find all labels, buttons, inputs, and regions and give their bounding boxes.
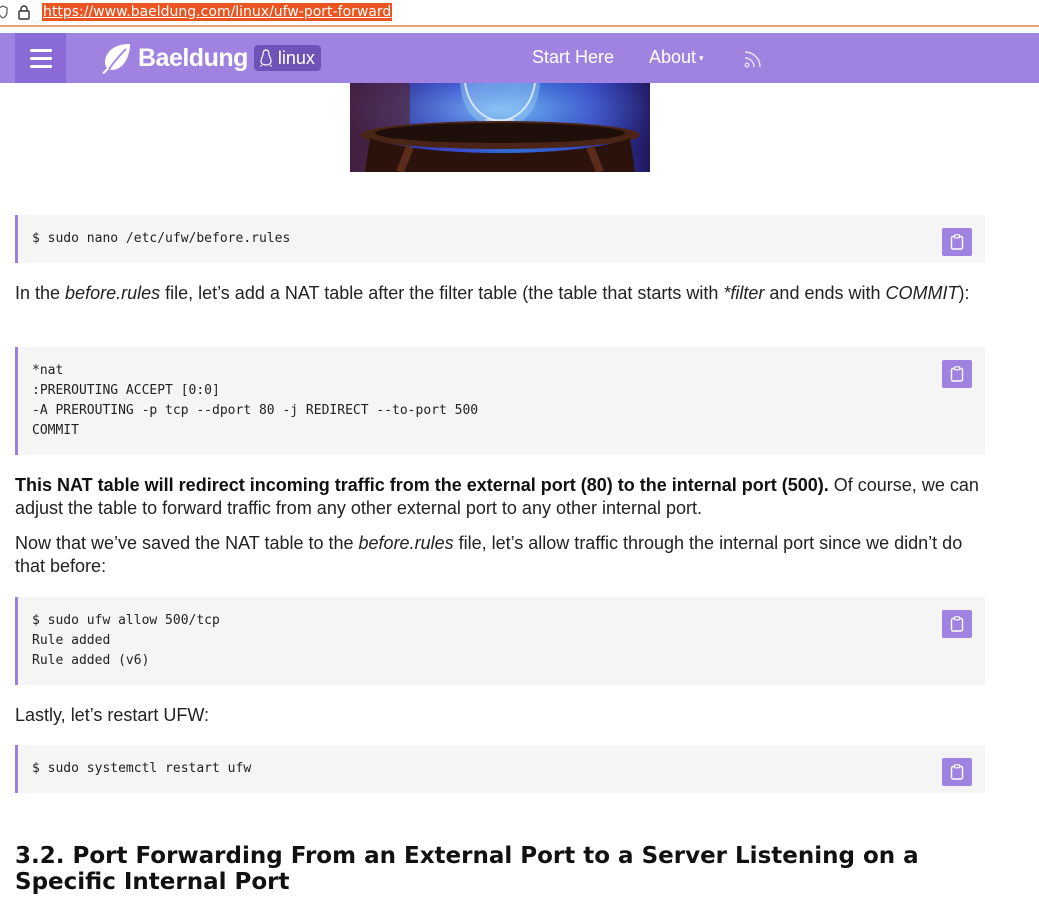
- code-line: $ sudo ufw allow 500/tcp: [32, 613, 220, 628]
- paragraph-text: ):: [958, 283, 970, 303]
- code-block[interactable]: $ sudo systemctl restart ufw: [15, 745, 985, 793]
- menu-icon-bar: [29, 48, 52, 52]
- code-block[interactable]: *nat :PREROUTING ACCEPT [0:0] -A PREROUT…: [15, 347, 985, 455]
- penguin-icon: [259, 49, 272, 67]
- paragraph-text: file, let’s add a NAT table after the fi…: [160, 283, 724, 303]
- hero-illustration: [350, 83, 650, 172]
- section-heading: 3.2. Port Forwarding From an External Po…: [15, 843, 919, 895]
- code-block[interactable]: $ sudo ufw allow 500/tcp Rule added Rule…: [15, 597, 985, 685]
- browser-url-bar: https://www.baeldung.com/linux/ufw-port-…: [0, 0, 1039, 27]
- code-line: *nat: [32, 363, 64, 378]
- emphasis-filter: *filter: [723, 283, 765, 303]
- paragraph: In the before.rules file, let’s add a NA…: [15, 282, 990, 305]
- paragraph: Lastly, let’s restart UFW:: [15, 705, 210, 725]
- clipboard-icon: [950, 366, 964, 382]
- clipboard-icon: [950, 764, 964, 780]
- copy-button[interactable]: [942, 360, 972, 388]
- category-tag-label: linux: [277, 47, 315, 68]
- copy-button[interactable]: [942, 758, 972, 786]
- menu-icon-bar: [29, 64, 52, 68]
- paragraph-text: In the: [15, 283, 66, 303]
- url-input[interactable]: https://www.baeldung.com/linux/ufw-port-…: [42, 3, 393, 21]
- emphasis-commit: COMMIT: [885, 283, 959, 303]
- menu-icon-bar: [29, 56, 52, 60]
- emphasis-filename: before.rules: [358, 533, 454, 553]
- site-header: Baeldung linux Start Here About ▾: [0, 33, 1039, 83]
- lock-icon[interactable]: [16, 4, 32, 20]
- code-line: Rule added (v6): [32, 653, 150, 668]
- paragraph-text: Now that we’ve saved the NAT table to th…: [15, 533, 359, 553]
- code-line: -A PREROUTING -p tcp --dport 80 -j REDIR…: [32, 403, 479, 418]
- paragraph: This NAT table will redirect incoming tr…: [15, 474, 990, 520]
- nav-about[interactable]: About ▾: [649, 47, 704, 68]
- menu-button[interactable]: [15, 33, 66, 83]
- clipboard-icon: [950, 234, 964, 250]
- copy-button[interactable]: [942, 228, 972, 256]
- paragraph-text: and ends with: [764, 283, 886, 303]
- code-line: :PREROUTING ACCEPT [0:0]: [32, 383, 220, 398]
- rss-icon[interactable]: [743, 49, 763, 69]
- nav-about-label: About: [649, 47, 697, 67]
- leaf-logo-icon: [102, 44, 130, 74]
- clipboard-icon: [950, 616, 964, 632]
- bold-statement: This NAT table will redirect incoming tr…: [15, 475, 829, 495]
- nav-start-here[interactable]: Start Here: [532, 47, 614, 68]
- category-tag[interactable]: linux: [253, 45, 321, 71]
- code-line: $ sudo nano /etc/ufw/before.rules: [32, 231, 291, 246]
- code-block[interactable]: $ sudo nano /etc/ufw/before.rules: [15, 215, 985, 263]
- code-line: Rule added: [32, 633, 111, 648]
- shield-icon[interactable]: [0, 5, 8, 19]
- copy-button[interactable]: [942, 610, 972, 638]
- site-logo[interactable]: Baeldung linux: [100, 41, 321, 75]
- chevron-down-icon: ▾: [699, 53, 704, 63]
- paragraph: Now that we’ve saved the NAT table to th…: [15, 532, 990, 578]
- code-line: COMMIT: [32, 423, 79, 438]
- code-line: $ sudo systemctl restart ufw: [32, 761, 252, 776]
- emphasis-filename: before.rules: [65, 283, 161, 303]
- article-hero-image: [350, 83, 650, 172]
- brand-name: Baeldung: [138, 43, 248, 72]
